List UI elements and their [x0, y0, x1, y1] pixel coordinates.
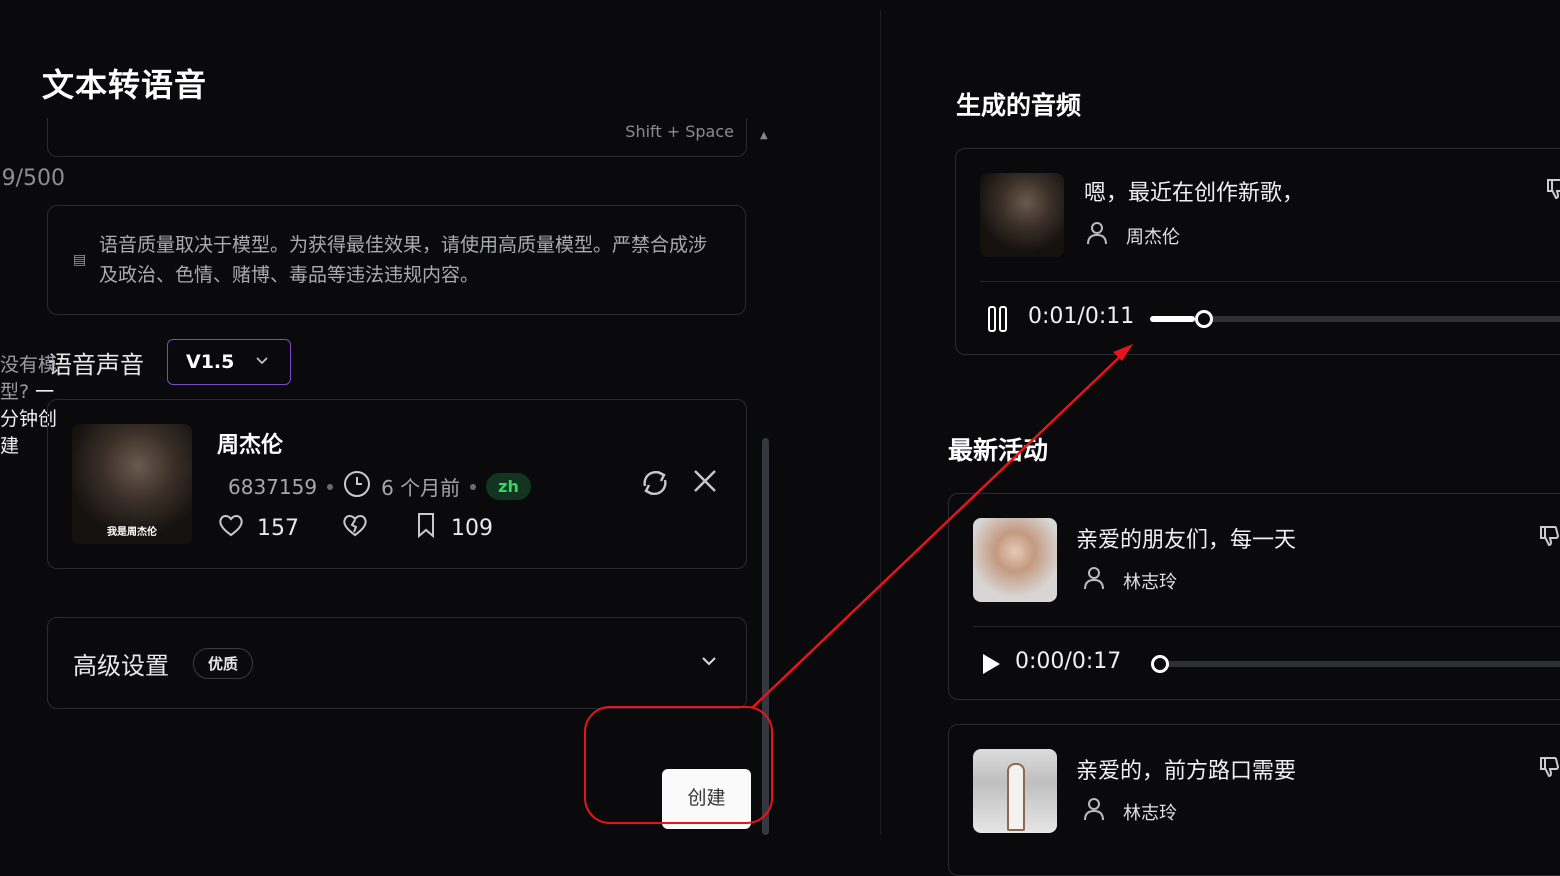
- advanced-label: 高级设置: [73, 652, 169, 680]
- dislike-icon[interactable]: [1544, 177, 1560, 207]
- person-icon: [1086, 221, 1108, 250]
- refresh-icon[interactable]: [638, 466, 672, 508]
- activity-text: 亲爱的朋友们，每一天: [1076, 528, 1297, 553]
- shortcut-hint: Shift + Space: [625, 122, 734, 141]
- play-icon[interactable]: [979, 652, 1003, 680]
- activity-text: 亲爱的，前方路口需要: [1076, 759, 1297, 784]
- version-select[interactable]: V1.5: [167, 339, 291, 385]
- likes-count: 157: [257, 515, 299, 541]
- voice-thumbnail: [980, 173, 1064, 257]
- voice-thumbnail: [973, 749, 1057, 833]
- bookmark-icon[interactable]: [415, 512, 437, 544]
- voice-name: 周杰伦: [217, 433, 284, 458]
- activity-author: 林志玲: [1123, 571, 1177, 593]
- notice-box: ▤ 语音质量取决于模型。为获得最佳效果，请使用高质量模型。严禁合成涉及政治、色情…: [47, 205, 746, 315]
- annotation-highlight-box: [584, 706, 773, 824]
- chevron-down-icon: [700, 652, 718, 674]
- advanced-settings[interactable]: 高级设置 优质: [47, 617, 747, 709]
- audio-author: 周杰伦: [1126, 226, 1180, 248]
- activity-card: 亲爱的，前方路口需要 林志玲: [948, 724, 1560, 876]
- pause-icon[interactable]: [986, 305, 1010, 337]
- person-icon: [1083, 797, 1105, 826]
- generated-audio-card: 嗯，最近在创作新歌， 周杰伦 0:01/0:11: [955, 148, 1560, 355]
- quality-badge: 优质: [193, 648, 254, 679]
- card-divider: [973, 626, 1560, 627]
- close-icon[interactable]: [690, 466, 720, 504]
- clock-icon: [343, 470, 371, 503]
- person-icon: [1083, 566, 1105, 595]
- activity-progress[interactable]: [1151, 655, 1560, 673]
- activity-author-row: 林志玲: [1083, 797, 1177, 826]
- page-title: 文本转语音: [42, 66, 208, 104]
- version-value: V1.5: [186, 351, 235, 373]
- scroll-up-arrow-icon[interactable]: ▲: [760, 130, 768, 141]
- audio-time: 0:01/0:11: [1028, 304, 1135, 329]
- voice-id: 6837159: [228, 474, 318, 499]
- avatar-caption: 我是周杰伦: [107, 527, 157, 538]
- selected-voice-card[interactable]: 我是周杰伦 周杰伦 6837159 6 个月前 zh 157 109: [47, 399, 747, 569]
- separator-dot: [327, 483, 334, 490]
- voice-stats: 157 109: [217, 512, 493, 544]
- audio-text: 嗯，最近在创作新歌，: [1084, 181, 1305, 206]
- heart-icon[interactable]: [217, 512, 245, 544]
- latest-activity-title: 最新活动: [948, 436, 1049, 465]
- activity-author-row: 林志玲: [1083, 566, 1177, 595]
- activity-time: 0:00/0:17: [1015, 649, 1122, 674]
- voice-avatar: 我是周杰伦: [72, 424, 192, 544]
- progress-fill: [1150, 316, 1195, 322]
- generated-audio-title: 生成的音频: [956, 91, 1082, 120]
- lang-badge: zh: [486, 473, 531, 500]
- progress-knob[interactable]: [1195, 310, 1213, 328]
- document-icon: ▤: [73, 252, 87, 268]
- separator-dot: [470, 483, 477, 490]
- voice-thumbnail: [973, 518, 1057, 602]
- progress-knob[interactable]: [1151, 655, 1169, 673]
- char-count: 219/500: [0, 166, 65, 191]
- audio-progress[interactable]: [1150, 310, 1560, 328]
- voice-meta: 6837159 6 个月前 zh: [228, 470, 531, 503]
- activity-card: 亲爱的朋友们，每一天 林志玲 0:00/0:17: [948, 493, 1560, 700]
- bookmarks-count: 109: [451, 515, 493, 541]
- broken-heart-icon[interactable]: [341, 512, 369, 544]
- chevron-down-icon: [254, 352, 270, 372]
- notice-text: 语音质量取决于模型。为获得最佳效果，请使用高质量模型。严禁合成涉及政治、色情、赌…: [99, 234, 708, 286]
- dislike-icon[interactable]: [1537, 524, 1560, 554]
- panel-divider: [880, 10, 881, 835]
- card-divider: [980, 281, 1560, 282]
- dislike-icon[interactable]: [1537, 755, 1560, 785]
- audio-author-row: 周杰伦: [1086, 221, 1180, 250]
- voice-time: 6 个月前: [381, 476, 461, 500]
- text-input-box[interactable]: Shift + Space: [47, 118, 747, 157]
- activity-author: 林志玲: [1123, 802, 1177, 824]
